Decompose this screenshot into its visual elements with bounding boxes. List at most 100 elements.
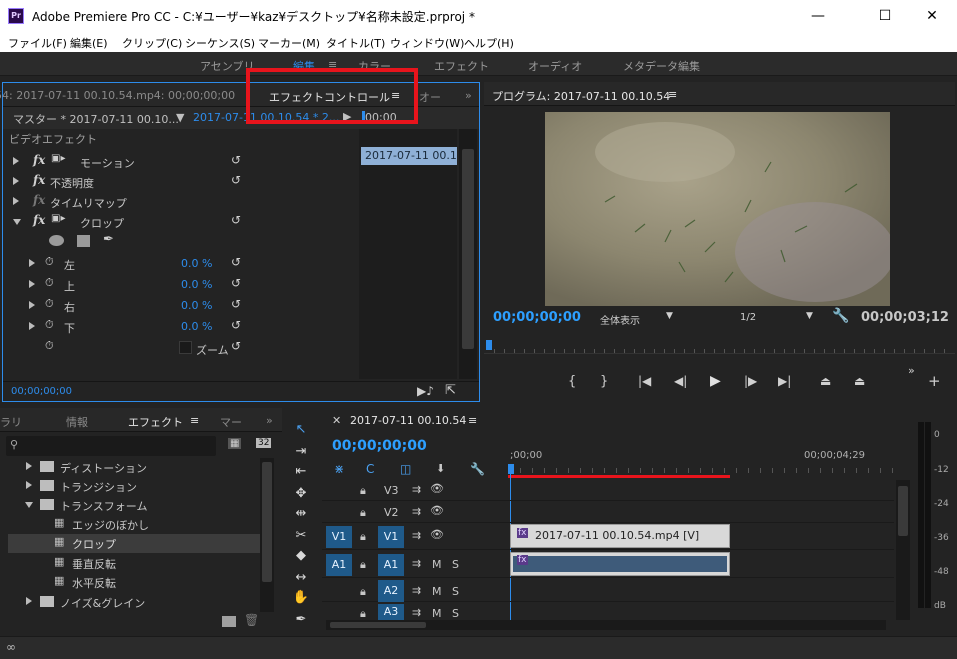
expand-icon[interactable] [26, 481, 32, 489]
collapse-icon[interactable] [13, 219, 21, 225]
program-playhead[interactable] [486, 340, 492, 350]
effects-scrollbar[interactable] [260, 458, 274, 612]
effect-controls-scrollbar[interactable] [459, 129, 477, 379]
close-button[interactable]: ✕ [909, 0, 955, 32]
reset-icon[interactable]: ↺ [231, 213, 241, 227]
go-to-in-button[interactable]: |◀ [638, 374, 651, 388]
lock-icon[interactable]: 🔒︎ [360, 530, 366, 544]
lock-icon[interactable]: 🔒︎ [360, 484, 366, 498]
expand-icon[interactable] [29, 322, 35, 330]
stopwatch-icon[interactable]: ⏱ [45, 276, 54, 290]
lock-icon[interactable]: 🔒︎ [360, 607, 366, 621]
expand-icon[interactable] [13, 157, 19, 165]
new-folder-icon[interactable] [222, 616, 236, 627]
program-menu-icon[interactable]: ≡ [668, 88, 677, 101]
reset-icon[interactable]: ↺ [231, 255, 241, 269]
sync-lock-icon[interactable]: ⇉ [412, 483, 421, 496]
mark-out-button[interactable]: } [600, 374, 608, 389]
mini-clip-bar[interactable]: 2017-07-11 00.10.5 [361, 147, 457, 165]
effect-row-motion[interactable]: fx ▣▸ モーション ↺ [3, 151, 359, 171]
effect-row-crop[interactable]: fx ▣▸ クロップ ↺ [3, 211, 359, 231]
fx-icon[interactable]: fx [33, 153, 45, 167]
param-value[interactable]: 0.0 % [181, 299, 212, 312]
effect-row-time-remap[interactable]: fx タイムリマップ [3, 191, 359, 211]
reset-icon[interactable]: ↺ [231, 297, 241, 311]
sync-lock-icon[interactable]: ⇉ [412, 584, 421, 597]
eye-icon[interactable]: 👁 [430, 482, 444, 495]
razor-tool-icon[interactable]: ✂ [290, 528, 312, 548]
slip-tool-icon[interactable]: ◆ [290, 548, 312, 568]
track-label[interactable]: V2 [384, 506, 399, 519]
param-row-bottom[interactable]: ⏱ 下 0.0 % ↺ [3, 316, 359, 336]
param-row-top[interactable]: ⏱ 上 0.0 % ↺ [3, 274, 359, 294]
minimize-button[interactable]: — [795, 0, 841, 32]
scroll-thumb[interactable] [462, 149, 474, 349]
param-row-right[interactable]: ⏱ 右 0.0 % ↺ [3, 295, 359, 315]
stopwatch-icon[interactable]: ⏱ [45, 297, 54, 311]
effect-row-opacity[interactable]: fx 不透明度 ↺ [3, 171, 359, 191]
tree-item-transitions[interactable]: トランジション [8, 477, 260, 495]
workspace-metadata[interactable]: メタデータ編集 [623, 58, 700, 74]
step-back-button[interactable]: ◀| [674, 374, 687, 388]
snap-icon[interactable]: ⋇ [334, 462, 344, 476]
accelerated-effects-icon[interactable]: ▦ [228, 438, 242, 449]
zoom-checkbox[interactable] [179, 341, 192, 354]
tab-markers[interactable]: マー [220, 414, 242, 430]
tab-overflow-icon[interactable]: » [465, 89, 472, 102]
solo-button[interactable]: S [452, 607, 459, 620]
video-clip[interactable]: fx 2017-07-11 00.10.54.mp4 [V] [510, 524, 730, 548]
eye-icon[interactable]: 👁 [430, 528, 444, 541]
param-value[interactable]: 0.0 % [181, 278, 212, 291]
step-forward-button[interactable]: |▶ [744, 374, 757, 388]
track-select-tool-icon[interactable]: ⇥ [290, 444, 312, 464]
tab-effects[interactable]: エフェクト [128, 414, 183, 430]
expand-icon[interactable] [29, 280, 35, 288]
timeline-timecode[interactable]: 00;00;00;00 [332, 438, 427, 454]
slide-tool-icon[interactable]: ↔ [290, 570, 312, 590]
expand-icon[interactable] [26, 597, 32, 605]
param-value[interactable]: 0.0 % [181, 320, 212, 333]
hand-tool-icon[interactable]: ✋ [290, 590, 312, 610]
reset-icon[interactable]: ↺ [231, 173, 241, 187]
program-ruler[interactable] [484, 338, 955, 354]
reset-icon[interactable]: ↺ [231, 339, 241, 353]
track-label[interactable]: A2 [378, 580, 404, 602]
extract-icon[interactable]: ⏏ [854, 374, 865, 388]
collapse-icon[interactable] [25, 502, 33, 508]
fit-dropdown[interactable]: 全体表示 ▼ [594, 311, 678, 327]
ripple-edit-tool-icon[interactable]: ⇤ [290, 464, 312, 484]
menu-help[interactable]: ヘルプ(H) [464, 35, 514, 51]
tree-item-horizontal-flip[interactable]: ▦ 水平反転 [8, 573, 260, 591]
tab-program[interactable]: プログラム: 2017-07-11 00.10.54 [492, 88, 670, 104]
rolling-edit-tool-icon[interactable]: ✥ [290, 486, 312, 506]
timeline-vscroll[interactable] [896, 480, 910, 620]
pen-mask-icon[interactable]: ✒ [103, 232, 114, 247]
footer-timecode[interactable]: 00;00;00;00 [11, 386, 72, 397]
fx-icon[interactable]: fx [33, 213, 45, 227]
menu-marker[interactable]: マーカー(M) [258, 35, 320, 51]
scroll-thumb[interactable] [262, 462, 272, 582]
mute-button[interactable]: M [432, 585, 442, 598]
rectangle-mask-icon[interactable] [77, 235, 90, 247]
master-label[interactable]: マスター * 2017-07-11 00.10... [13, 111, 179, 127]
lock-icon[interactable]: 🔒︎ [360, 558, 366, 572]
linked-selection-icon[interactable]: C [366, 462, 374, 476]
source-patch-v1[interactable]: V1 [326, 526, 352, 548]
timeline-hscroll[interactable] [326, 620, 886, 630]
solo-button[interactable]: S [452, 558, 459, 571]
timeline-ruler[interactable]: ;00;00 00;00;04;29 [508, 450, 904, 478]
track-label[interactable]: A3 [378, 604, 404, 620]
master-dropdown-icon[interactable]: ▼ [176, 111, 184, 124]
lift-icon[interactable]: ⏏ [820, 374, 831, 388]
ellipse-mask-icon[interactable] [49, 235, 64, 246]
maximize-button[interactable]: ☐ [862, 0, 908, 32]
tree-item-crop[interactable]: ▦ クロップ [8, 534, 260, 553]
reset-icon[interactable]: ↺ [231, 318, 241, 332]
reset-icon[interactable]: ↺ [231, 276, 241, 290]
eye-icon[interactable]: 👁 [430, 504, 444, 517]
wrench-icon[interactable]: 🔧 [470, 462, 485, 476]
track-label[interactable]: V3 [384, 484, 399, 497]
tree-item-transform[interactable]: トランスフォーム [8, 496, 260, 514]
tab-library[interactable]: ラリ [0, 414, 22, 430]
go-to-out-button[interactable]: ▶| [778, 374, 791, 388]
